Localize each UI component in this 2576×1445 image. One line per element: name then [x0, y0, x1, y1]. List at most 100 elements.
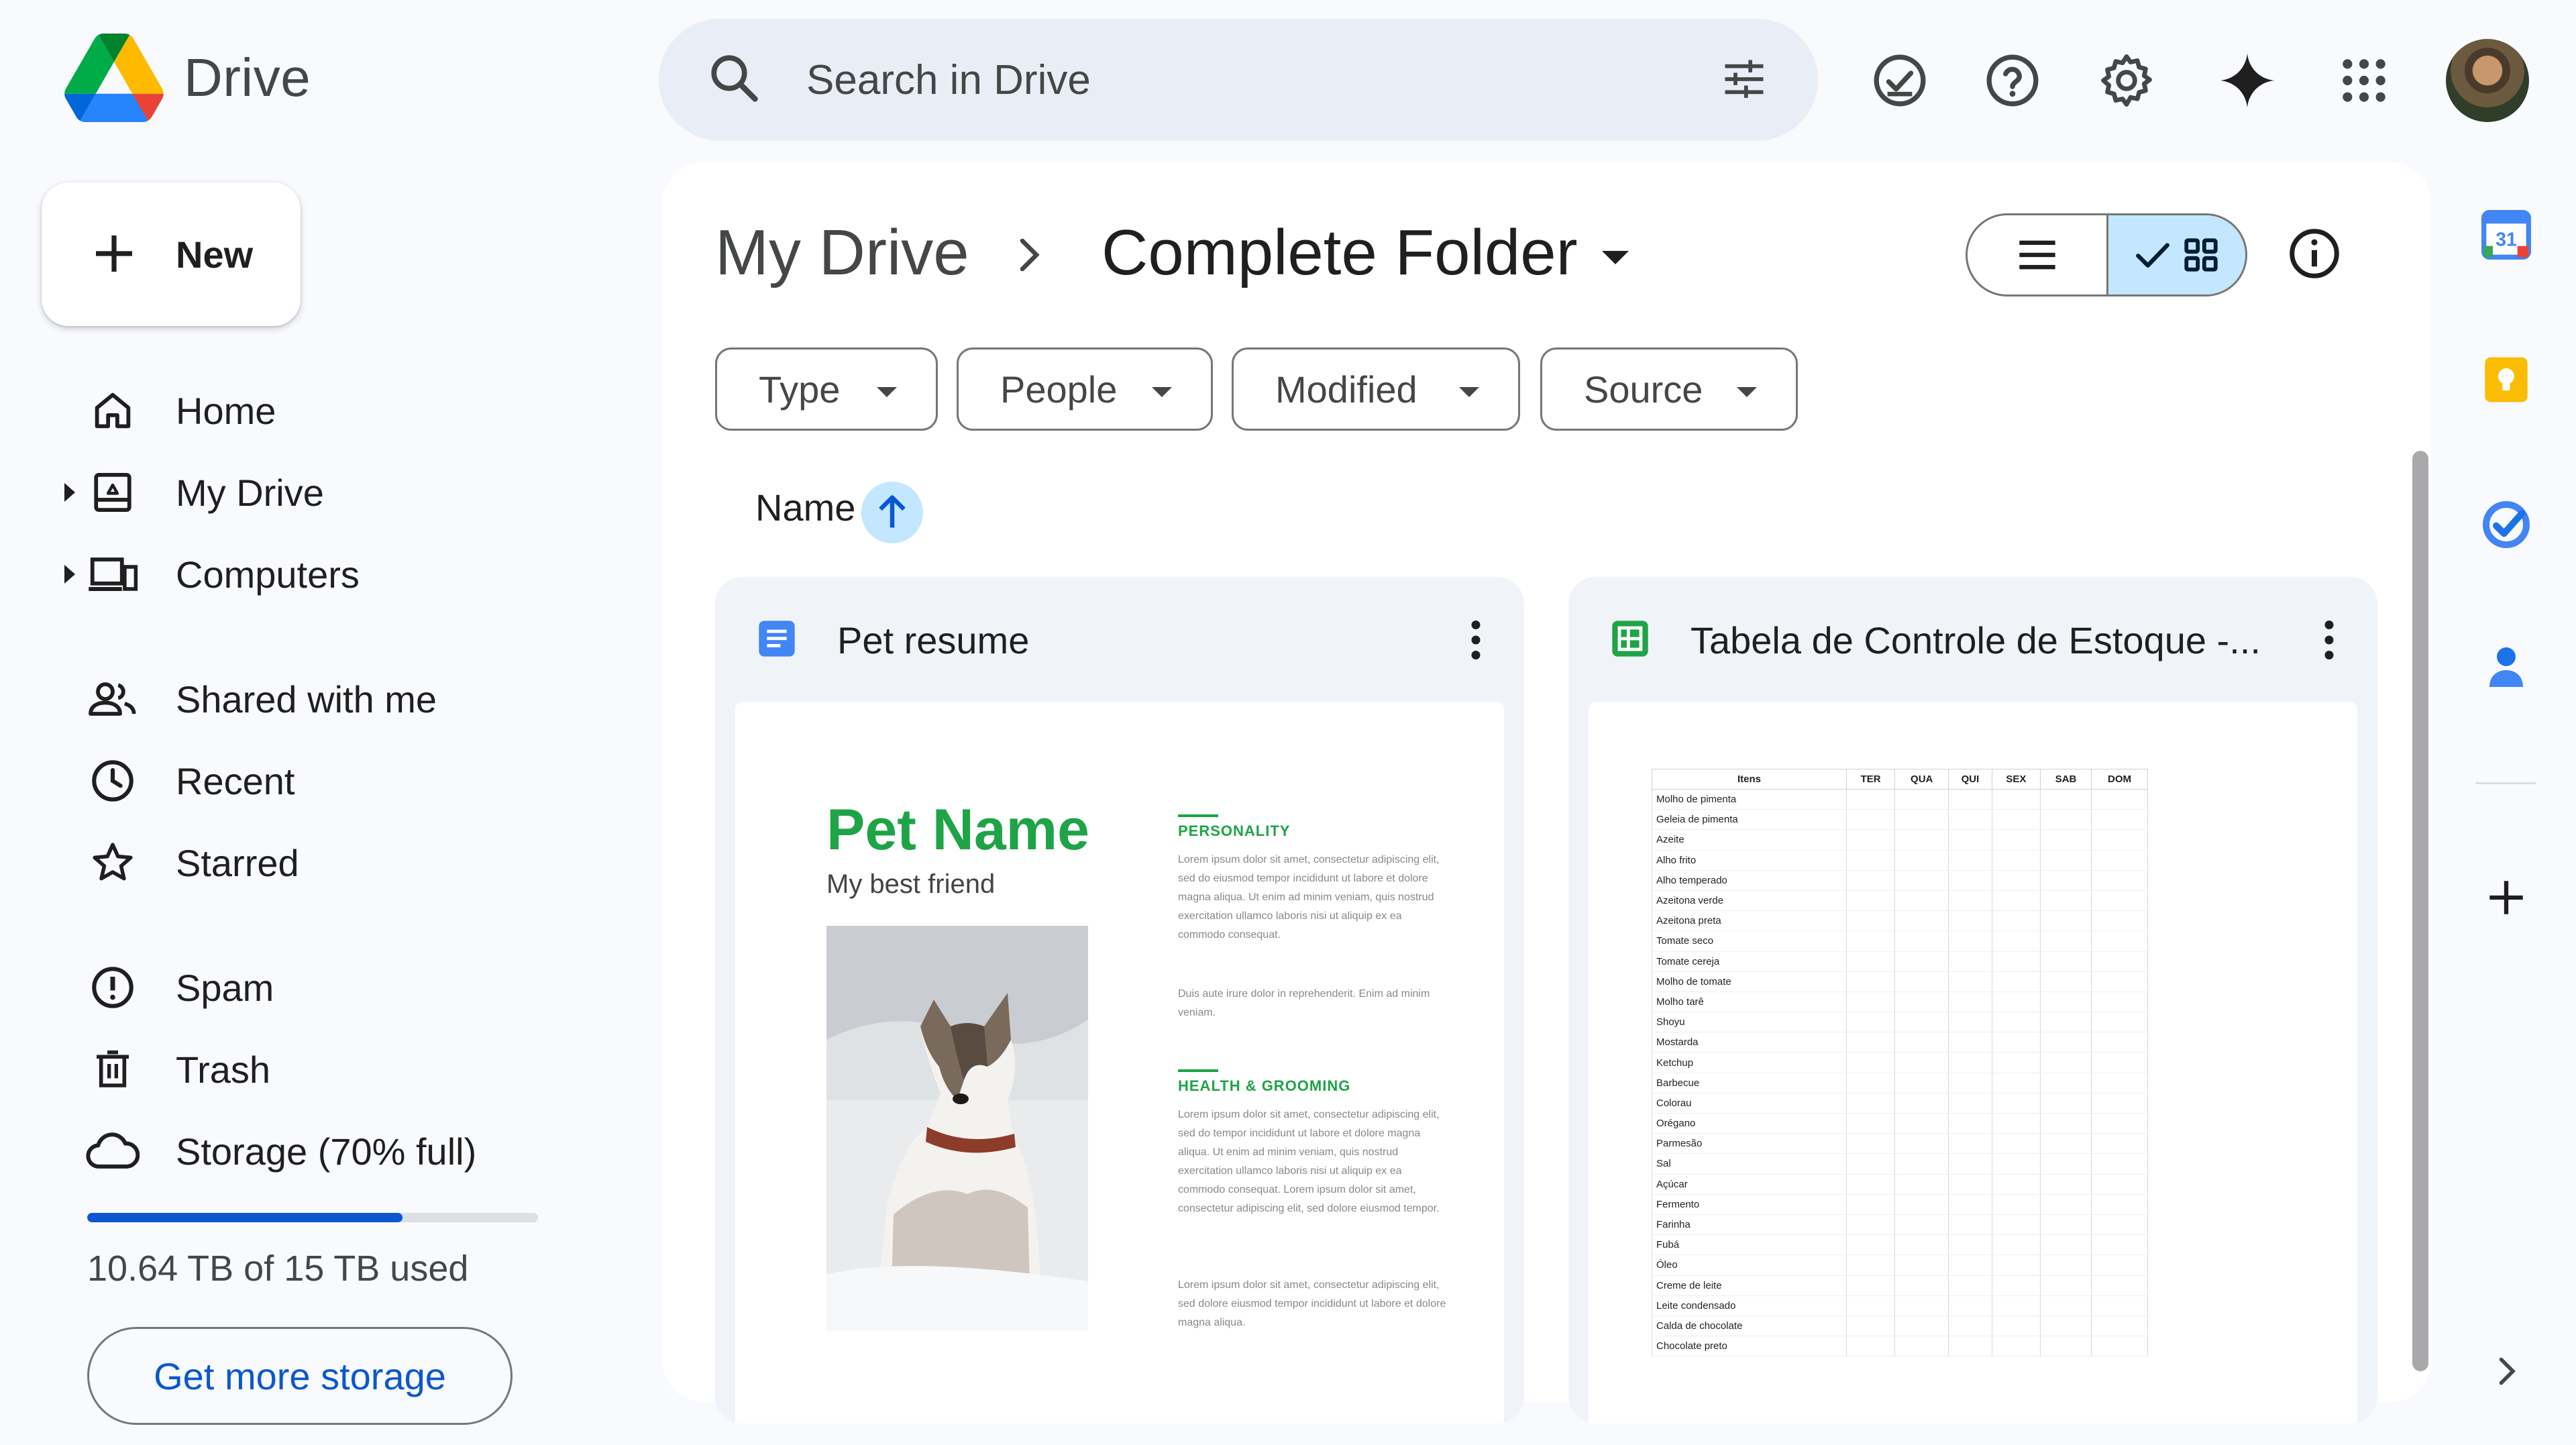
filter-type-chip[interactable]: Type	[715, 347, 938, 431]
spreadsheet-cell: Calda de chocolate	[1652, 1316, 1847, 1337]
sidebar-item-home[interactable]: Home	[0, 370, 604, 451]
search-icon[interactable]	[706, 50, 762, 109]
sidebar-item-starred[interactable]: Starred	[0, 822, 604, 903]
spreadsheet-cell: Orégano	[1652, 1113, 1847, 1134]
spreadsheet-cell	[1894, 829, 1949, 851]
calendar-icon[interactable]: 31	[2473, 201, 2540, 268]
spreadsheet-cell	[1948, 1254, 1992, 1276]
sidebar-item-spam[interactable]: Spam	[0, 947, 604, 1028]
new-button[interactable]: New	[42, 182, 301, 326]
spreadsheet-cell	[1948, 890, 1992, 912]
filter-source-chip[interactable]: Source	[1540, 347, 1798, 431]
spreadsheet-preview: Itens TER QUA QUI SEX SAB DOM Molho de pimenta…	[1652, 769, 2148, 1357]
spreadsheet-cell	[1948, 1194, 1992, 1215]
search-options-icon[interactable]	[1717, 54, 1771, 108]
list-icon	[2019, 240, 2055, 270]
spreadsheet-cell	[1948, 850, 1992, 871]
spreadsheet-cell	[1991, 1214, 2041, 1236]
vertical-scrollbar[interactable]	[2412, 451, 2428, 1371]
search-bar[interactable]: Search in Drive	[659, 19, 1818, 141]
expand-icon[interactable]	[2473, 1338, 2540, 1405]
spreadsheet-cell	[1948, 829, 1992, 851]
spreadsheet-cell	[2039, 890, 2092, 912]
apps-grid-icon[interactable]	[2322, 39, 2406, 122]
table-row: Creme de leite	[1652, 1275, 2148, 1296]
spreadsheet-cell	[2091, 829, 2148, 851]
sidebar-item-recent[interactable]: Recent	[0, 741, 604, 821]
drive-logo-icon	[64, 34, 164, 122]
star-icon	[86, 839, 140, 887]
grid-view-button[interactable]	[2108, 215, 2245, 295]
preview-paragraph: Duis aute irure dolor in reprehenderit. …	[1178, 988, 1430, 1018]
google-docs-icon	[755, 617, 798, 663]
spreadsheet-cell	[1845, 1174, 1896, 1195]
spreadsheet-cell: Molho tarê	[1652, 992, 1847, 1013]
keep-icon[interactable]	[2473, 346, 2540, 413]
breadcrumb-current-folder[interactable]: Complete Folder	[1102, 216, 1629, 290]
checkmark-icon	[2136, 243, 2169, 268]
spreadsheet-cell	[2091, 1133, 2148, 1155]
spreadsheet-cell	[1894, 971, 1949, 992]
settings-icon[interactable]	[2085, 39, 2168, 122]
more-options-icon[interactable]	[1468, 620, 1484, 663]
spreadsheet-cell	[2091, 789, 2148, 810]
cloud-icon	[86, 1127, 140, 1175]
table-row: Fermento	[1652, 1194, 2148, 1215]
spreadsheet-cell: Geleia de pimenta	[1652, 809, 1847, 831]
tasks-icon[interactable]	[2473, 491, 2540, 558]
ready-for-offline-icon[interactable]	[1858, 39, 1941, 122]
spreadsheet-cell	[2091, 951, 2148, 972]
sort-direction-arrow-up-icon[interactable]	[861, 482, 923, 543]
spreadsheet-cell	[1948, 1214, 1992, 1236]
storage-usage-text: 10.64 TB of 15 TB used	[87, 1248, 469, 1289]
spreadsheet-cell	[1991, 971, 2041, 992]
sort-by-name[interactable]: Name	[755, 486, 855, 529]
spreadsheet-cell	[2039, 1254, 2092, 1276]
spreadsheet-cell	[2091, 992, 2148, 1013]
sidebar-item-computers[interactable]: Computers	[0, 534, 604, 614]
more-options-icon[interactable]	[2321, 620, 2337, 663]
drive-logo[interactable]: Drive	[64, 34, 311, 122]
spreadsheet-cell: Chocolate preto	[1652, 1336, 1847, 1357]
my-drive-icon	[86, 468, 140, 517]
sidebar-item-trash[interactable]: Trash	[0, 1029, 604, 1110]
add-icon[interactable]	[2473, 864, 2540, 931]
get-more-storage-button[interactable]: Get more storage	[87, 1327, 513, 1425]
breadcrumb-my-drive[interactable]: My Drive	[715, 216, 969, 290]
spreadsheet-cell	[1894, 850, 1949, 871]
search-input[interactable]: Search in Drive	[806, 56, 1091, 104]
file-card-pet-resume[interactable]: Pet resume Pet Name My best friend PERSO…	[715, 577, 1524, 1424]
info-icon[interactable]	[2286, 225, 2343, 285]
filter-label: Modified	[1275, 368, 1417, 411]
preview-subheading: My best friend	[826, 869, 996, 899]
spreadsheet-cell	[1948, 1234, 1992, 1256]
account-avatar[interactable]	[2446, 39, 2529, 122]
filter-modified-chip[interactable]: Modified	[1232, 347, 1520, 431]
main-panel: My Drive Complete Folder Type People Mod…	[663, 162, 2431, 1424]
expand-caret-icon[interactable]	[64, 565, 75, 584]
spreadsheet-cell	[2039, 1012, 2092, 1033]
spreadsheet-cell	[1948, 1295, 1992, 1316]
help-icon[interactable]	[1971, 39, 2054, 122]
expand-caret-icon[interactable]	[64, 483, 75, 502]
spreadsheet-cell	[1845, 1254, 1896, 1276]
contacts-icon[interactable]	[2473, 633, 2540, 700]
list-view-button[interactable]	[1968, 215, 2108, 295]
sidebar-item-my-drive[interactable]: My Drive	[0, 452, 604, 533]
sidebar-item-shared-with-me[interactable]: Shared with me	[0, 659, 604, 739]
spreadsheet-cell: Parmesão	[1652, 1133, 1847, 1155]
filter-people-chip[interactable]: People	[957, 347, 1213, 431]
spreadsheet-cell	[2039, 850, 2092, 871]
sidebar-item-storage[interactable]: Storage (70% full)	[0, 1111, 604, 1191]
spreadsheet-cell	[1894, 951, 1949, 972]
svg-text:31: 31	[2496, 229, 2517, 251]
table-row: Calda de chocolate	[1652, 1316, 2148, 1337]
spreadsheet-cell	[2091, 1174, 2148, 1195]
spreadsheet-cell	[1894, 910, 1949, 932]
spreadsheet-cell	[1948, 1073, 1992, 1093]
spreadsheet-cell	[2039, 1234, 2092, 1256]
spreadsheet-cell	[1948, 870, 1992, 891]
spreadsheet-cell	[2091, 1093, 2148, 1114]
gemini-sparkle-icon[interactable]	[2206, 39, 2289, 122]
file-card-tabela-de-controle-de-estoque[interactable]: Tabela de Controle de Estoque -... Itens…	[1568, 577, 2377, 1424]
